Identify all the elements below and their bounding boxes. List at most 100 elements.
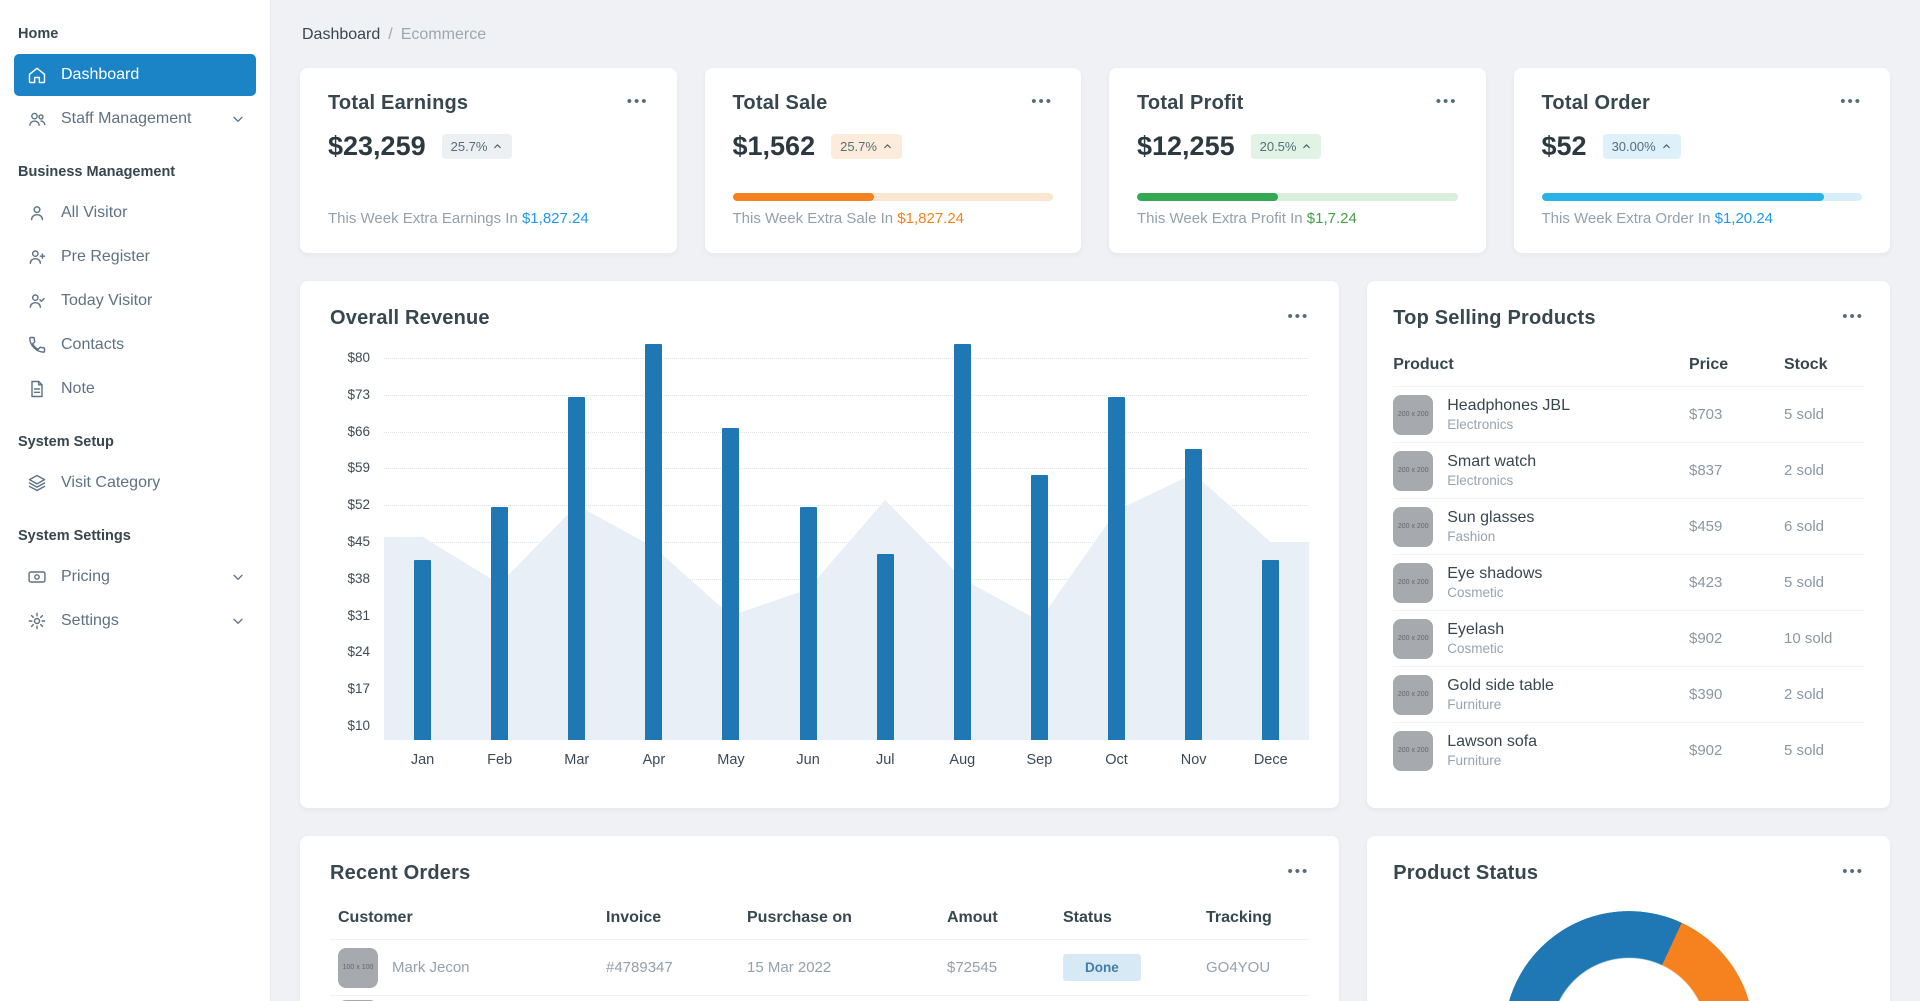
sidebar-item-note[interactable]: Note (14, 368, 256, 410)
product-row[interactable]: 200 x 200 Headphones JBL Electronics $70… (1393, 386, 1864, 442)
product-thumbnail: 200 x 200 (1393, 618, 1434, 659)
sidebar-item-staff-management[interactable]: Staff Management (14, 98, 256, 140)
thumbnail-placeholder-label: 200 x 200 (1397, 635, 1429, 642)
overall-revenue-card: Overall Revenue ••• $80 $73 $66 $59 $52 $45 $3… (300, 281, 1340, 808)
orders-table-header: Customer Invoice Pusrchase on Amout Stat… (330, 909, 1309, 939)
product-stock: 5 sold (1784, 406, 1825, 423)
sidebar-item-all-visitor[interactable]: All Visitor (14, 192, 256, 234)
product-status-title: Product Status (1393, 862, 1539, 884)
revenue-bar-sep[interactable] (1030, 475, 1048, 740)
stat-footer-amount[interactable]: $1,20.24 (1715, 210, 1773, 227)
revenue-bar-aug[interactable] (953, 344, 971, 740)
revenue-bar-mar[interactable] (568, 396, 586, 740)
product-row[interactable]: 200 x 200 Lawson sofa Furniture $902 5 s… (1393, 722, 1864, 778)
product-thumbnail: 200 x 200 (1393, 394, 1434, 435)
stats-row: Total Earnings ••• $23,259 25.7% This We… (300, 68, 1890, 253)
overall-revenue-menu-button[interactable]: ••• (1287, 307, 1309, 324)
revenue-bar-dece[interactable] (1262, 559, 1280, 740)
order-amount: $72545 (947, 959, 998, 976)
sidebar-item-today-visitor[interactable]: Today Visitor (14, 280, 256, 322)
stat-card-menu-button[interactable]: ••• (1436, 92, 1458, 109)
breadcrumb-section[interactable]: Dashboard (302, 26, 380, 43)
revenue-bar-apr[interactable] (645, 344, 663, 740)
x-axis-label: Dece (1253, 752, 1288, 768)
orders-col-status: Status (1063, 909, 1112, 926)
stat-value: $12,255 (1137, 131, 1235, 161)
revenue-bar-oct[interactable] (1108, 396, 1126, 740)
thumbnail-placeholder-label: 200 x 200 (1397, 411, 1429, 418)
product-price: $902 (1689, 742, 1723, 759)
user-check-icon (27, 291, 47, 311)
x-axis-label: Nov (1180, 752, 1207, 768)
phone-icon (27, 335, 47, 355)
product-row[interactable]: 200 x 200 Sun glasses Fashion $459 6 sol… (1393, 498, 1864, 554)
app: Home Dashboard Staff Management Business… (0, 0, 1920, 1001)
sidebar-item-pricing[interactable]: Pricing (14, 556, 256, 598)
order-row[interactable]: 100 x 100 Mark Jecon #4789347 15 Mar 202… (330, 939, 1310, 995)
sidebar-item-label: Note (61, 380, 95, 397)
sidebar-item-settings[interactable]: Settings (14, 600, 256, 642)
revenue-bar-column (692, 358, 769, 740)
stat-card-menu-button[interactable]: ••• (1031, 92, 1053, 109)
product-cell: 200 x 200 Eyelash Cosmetic (1393, 618, 1689, 659)
thumbnail-placeholder-label: 200 x 200 (1397, 467, 1429, 474)
revenue-bar-may[interactable] (722, 428, 740, 740)
stat-footer-amount[interactable]: $1,827.24 (897, 210, 964, 227)
revenue-bar-jan[interactable] (414, 559, 432, 740)
order-invoice: #4789347 (606, 959, 673, 976)
order-tracking: GO4YOU (1206, 959, 1271, 976)
stat-footer-amount[interactable]: $1,7.24 (1307, 210, 1357, 227)
stat-card-menu-button[interactable]: ••• (627, 92, 649, 109)
sidebar-section-items: Dashboard Staff Management (0, 54, 270, 140)
product-row[interactable]: 200 x 200 Eyelash Cosmetic $902 10 sold (1393, 610, 1864, 666)
product-stock: 2 sold (1784, 686, 1825, 703)
breadcrumb-page: Ecommerce (400, 26, 487, 43)
product-status-menu-button[interactable]: ••• (1842, 862, 1864, 879)
y-tick-label: $31 (347, 607, 370, 623)
stat-change-badge[interactable]: 25.7% (831, 134, 902, 159)
product-cell: 200 x 200 Sun glasses Fashion (1393, 506, 1689, 547)
sidebar-section: Business Management All Visitor Pre Regi… (0, 142, 270, 410)
top-selling-menu-button[interactable]: ••• (1842, 307, 1864, 324)
revenue-bar-nov[interactable] (1185, 449, 1203, 740)
y-tick-label: $52 (347, 497, 370, 513)
product-row[interactable]: 200 x 200 Smart watch Electronics $837 2… (1393, 442, 1864, 498)
product-row[interactable]: 200 x 200 Eye shadows Cosmetic $423 5 so… (1393, 554, 1864, 610)
stat-change-badge[interactable]: 25.7% (441, 134, 513, 159)
stat-change-badge[interactable]: 30.00% (1602, 134, 1681, 159)
orders-col-purchase-on: Pusrchase on (747, 909, 852, 926)
product-category: Electronics (1447, 417, 1514, 432)
stat-card-menu-button[interactable]: ••• (1840, 92, 1862, 109)
revenue-bar-jun[interactable] (799, 506, 817, 740)
x-axis-label: Mar (564, 752, 590, 768)
product-stock: 10 sold (1784, 630, 1833, 647)
sidebar-item-pre-register[interactable]: Pre Register (14, 236, 256, 278)
product-price: $459 (1689, 518, 1723, 535)
stat-footer-amount[interactable]: $1,827.24 (522, 210, 589, 227)
product-stock: 5 sold (1784, 574, 1825, 591)
sidebar-item-contacts[interactable]: Contacts (14, 324, 256, 366)
y-tick-label: $73 (347, 386, 370, 402)
products-table-header: Product Price Stock (1393, 356, 1864, 386)
chevron-up-icon (884, 144, 891, 149)
sidebar-item-dashboard[interactable]: Dashboard (14, 54, 256, 96)
sidebar-item-label: Today Visitor (61, 292, 153, 309)
product-info: Headphones JBL Electronics (1447, 397, 1570, 432)
x-axis-label: Oct (1105, 752, 1128, 768)
recent-orders-card: Recent Orders ••• Customer Invoice Pusrc… (300, 836, 1340, 1001)
recent-orders-menu-button[interactable]: ••• (1287, 862, 1309, 879)
revenue-bar-feb[interactable] (491, 506, 509, 740)
product-price: $703 (1689, 406, 1723, 423)
product-status-donut-chart (1503, 911, 1754, 1001)
product-row[interactable]: 200 x 200 Gold side table Furniture $390… (1393, 666, 1864, 722)
product-cell: 200 x 200 Lawson sofa Furniture (1393, 730, 1689, 771)
chevron-down-icon (233, 116, 243, 122)
stat-change-badge[interactable]: 20.5% (1250, 134, 1322, 159)
product-cell: 200 x 200 Smart watch Electronics (1393, 450, 1689, 491)
product-name: Smart watch (1447, 453, 1537, 470)
sidebar-item-visit-category[interactable]: Visit Category (14, 462, 256, 504)
x-axis-label: Sep (1026, 752, 1053, 768)
product-stock: 6 sold (1784, 518, 1825, 535)
revenue-bar-jul[interactable] (876, 554, 894, 740)
product-name: Headphones JBL (1447, 397, 1570, 414)
